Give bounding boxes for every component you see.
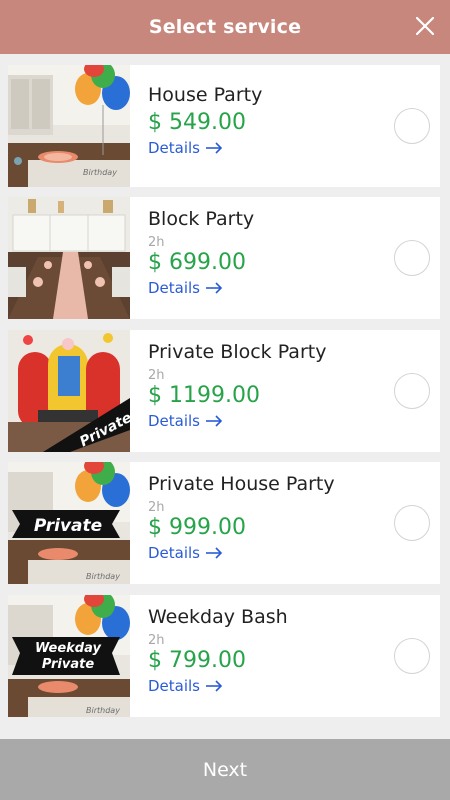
service-name: Private Block Party: [148, 341, 327, 363]
service-card-private-house-party[interactable]: Birthday Private Private House Party 2h …: [8, 462, 440, 584]
close-icon[interactable]: [414, 15, 436, 37]
service-price: $ 699.00: [148, 250, 246, 275]
select-radio[interactable]: [394, 505, 430, 541]
service-image: Private: [8, 330, 130, 452]
service-name: Private House Party: [148, 473, 335, 495]
service-name: House Party: [148, 84, 263, 106]
svg-text:Birthday: Birthday: [86, 706, 120, 715]
service-image: Birthday Private: [8, 462, 130, 584]
service-card-block-party[interactable]: Block Party 2h $ 699.00 Details: [8, 197, 440, 319]
next-button[interactable]: Next: [0, 739, 450, 800]
service-info: Weekday Bash 2h $ 799.00 Details: [148, 606, 380, 695]
service-name: Block Party: [148, 208, 255, 230]
details-link[interactable]: Details: [148, 279, 223, 297]
badge-weekday: Weekday: [35, 641, 101, 656]
service-info: Private House Party 2h $ 999.00 Details: [148, 473, 380, 562]
service-duration: 2h: [148, 500, 165, 515]
svg-text:Birthday: Birthday: [83, 168, 117, 177]
service-price: $ 549.00: [148, 110, 246, 135]
details-label: Details: [148, 412, 201, 430]
service-image: Birthday Weekday Private: [8, 595, 130, 717]
service-duration: 2h: [148, 368, 165, 383]
service-card-weekday-bash[interactable]: Birthday Weekday Private Weekday Bash 2h…: [8, 595, 440, 717]
select-radio[interactable]: [394, 638, 430, 674]
select-radio[interactable]: [394, 373, 430, 409]
page-title: Select service: [148, 16, 302, 38]
details-link[interactable]: Details: [148, 139, 223, 157]
service-card-private-block-party[interactable]: Private Private Block Party 2h $ 1199.00…: [8, 330, 440, 452]
arrow-right-icon: [206, 282, 223, 294]
details-label: Details: [148, 677, 201, 695]
details-link[interactable]: Details: [148, 544, 223, 562]
service-name: Weekday Bash: [148, 606, 288, 628]
svg-text:Birthday: Birthday: [86, 572, 120, 581]
service-image: Birthday: [8, 65, 130, 187]
header-bar: Select service: [0, 0, 450, 54]
service-duration: 2h: [148, 235, 165, 250]
service-price: $ 999.00: [148, 515, 246, 540]
arrow-right-icon: [206, 680, 223, 692]
badge-private: Private: [34, 516, 102, 536]
select-radio[interactable]: [394, 108, 430, 144]
badge-private: Private: [42, 657, 94, 672]
service-info: Private Block Party 2h $ 1199.00 Details: [148, 341, 380, 430]
service-info: Block Party 2h $ 699.00 Details: [148, 208, 380, 297]
service-info: House Party $ 549.00 Details: [148, 84, 380, 157]
details-label: Details: [148, 544, 201, 562]
details-link[interactable]: Details: [148, 412, 223, 430]
details-label: Details: [148, 279, 201, 297]
select-radio[interactable]: [394, 240, 430, 276]
details-link[interactable]: Details: [148, 677, 223, 695]
service-price: $ 799.00: [148, 648, 246, 673]
arrow-right-icon: [206, 415, 223, 427]
service-duration: 2h: [148, 633, 165, 648]
next-label: Next: [202, 758, 248, 781]
details-label: Details: [148, 139, 201, 157]
service-image: [8, 197, 130, 319]
service-price: $ 1199.00: [148, 383, 260, 408]
service-card-house-party[interactable]: Birthday House Party $ 549.00 Details: [8, 65, 440, 187]
arrow-right-icon: [206, 142, 223, 154]
arrow-right-icon: [206, 547, 223, 559]
